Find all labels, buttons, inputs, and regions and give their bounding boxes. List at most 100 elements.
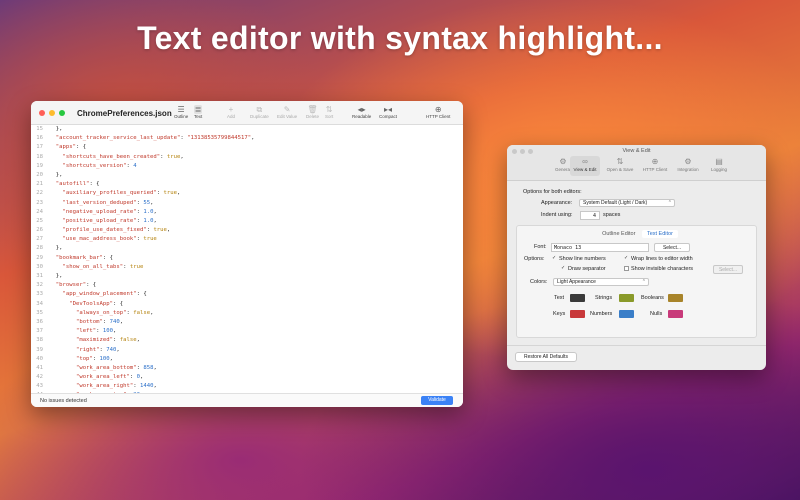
line-number: 22 (36, 190, 43, 197)
minimize-button[interactable] (49, 110, 55, 116)
checkbox-draw-separator[interactable]: ✓ Draw separator (561, 266, 606, 272)
font-select-button[interactable]: Select... (654, 243, 690, 252)
code-line: 33 "app_window_placement": { (31, 290, 463, 299)
line-text: "last_version_deduped": 55, (62, 199, 154, 206)
preferences-window: View & Edit ⚙ General ∞ View & Edit ⇅ Open & … (507, 145, 766, 370)
swatch-numbers[interactable] (619, 310, 634, 318)
code-line: 42 "work_area_left": 0, (31, 373, 463, 382)
line-number: 36 (36, 318, 43, 325)
code-line: 27 "use_mac_address_book": true (31, 235, 463, 244)
tab-http-client[interactable]: ⊕ HTTP Client (640, 157, 670, 172)
restore-defaults-button[interactable]: Restore All Defaults (515, 352, 577, 362)
toolbar-button-label: Duplicate (250, 114, 269, 119)
code-line: 32 "browser": { (31, 281, 463, 290)
validate-button[interactable]: Validate (421, 396, 453, 405)
close-button[interactable] (39, 110, 45, 116)
line-text: }, (49, 273, 63, 279)
line-number: 32 (36, 282, 43, 289)
toolbar-button-delete[interactable]: 🗑 Delete (306, 105, 319, 119)
code-line: 43 "work_area_right": 1440, (31, 382, 463, 391)
tab-view-edit[interactable]: ∞ View & Edit (570, 156, 600, 176)
code-line: 24 "negative_upload_rate": 1.0, (31, 208, 463, 217)
line-number: 17 (36, 144, 43, 151)
code-line: 15 }, (31, 125, 463, 134)
swatch-label-booleans: Booleans (641, 295, 664, 301)
code-line: 30 "show_on_all_tabs": true (31, 263, 463, 272)
toolbar-button-http-client[interactable]: ⊕ HTTP Client (426, 105, 450, 119)
checkmark-icon: ✓ (624, 255, 629, 262)
toolbar-button-label: Outline (174, 114, 189, 119)
line-number: 38 (36, 337, 43, 344)
indent-stepper[interactable]: 4 (580, 211, 600, 220)
toolbar-button-duplicate[interactable]: ⧉ Duplicate (250, 105, 269, 119)
toolbar-button-label: Edit Value (277, 114, 298, 119)
tab-open-save[interactable]: ⇅ Open & Save (605, 157, 635, 172)
zoom-button[interactable] (59, 110, 65, 116)
toolbar-button-label: HTTP Client (426, 114, 451, 119)
toolbar-button-text[interactable]: ≣ Text (194, 105, 203, 119)
colors-value: Light Appearance (557, 279, 596, 285)
line-text: "positive_upload_rate": 1.0, (62, 217, 157, 224)
code-line: 40 "top": 100, (31, 355, 463, 364)
line-number: 29 (36, 254, 43, 261)
toolbar-button-outline[interactable]: ☰ Outline (174, 105, 188, 119)
code-line: 38 "maximized": false, (31, 336, 463, 345)
line-text: "right": 740, (75, 346, 120, 353)
outline-icon: ☰ (177, 105, 185, 114)
swatch-nulls[interactable] (668, 310, 683, 318)
tab-label: Integration (677, 167, 699, 172)
line-number: 26 (36, 227, 43, 234)
appearance-label: Appearance: (541, 200, 573, 206)
line-text: "auxiliary_profiles_queried": true, (62, 190, 181, 197)
line-number: 27 (36, 236, 43, 243)
line-number: 16 (36, 135, 43, 142)
checkbox-show-line-numbers[interactable]: ✓ Show line numbers (552, 256, 606, 262)
segment-text-editor[interactable]: Text Editor (641, 230, 678, 238)
segment-outline-editor[interactable]: Outline Editor (597, 230, 640, 238)
line-number: 34 (36, 300, 43, 307)
appearance-select[interactable]: System Default (Light / Dark) ⌃ (579, 199, 675, 207)
gears-icon: ⚙ (684, 157, 692, 166)
line-number: 21 (36, 181, 43, 188)
editor-segmented-control: Outline Editor Text Editor (517, 230, 758, 238)
toolbar-button-edit-value[interactable]: ✎ Edit Value (277, 105, 297, 119)
compact-icon: ▸◂ (383, 105, 393, 114)
status-bar: No issues detected Validate (31, 393, 463, 407)
duplicate-icon: ⧉ (256, 105, 263, 114)
line-text: "negative_upload_rate": 1.0, (62, 208, 157, 215)
code-line: 28 }, (31, 244, 463, 253)
code-line: 36 "bottom": 740, (31, 318, 463, 327)
toolbar-button-compact[interactable]: ▸◂ Compact (379, 105, 397, 119)
invisibles-select-button[interactable]: Select... (713, 265, 743, 274)
line-text: "autofill": { (55, 181, 100, 188)
checkbox-empty-icon (624, 266, 629, 272)
indent-label: Indent using: (541, 212, 573, 218)
swatch-booleans[interactable] (668, 294, 683, 302)
checkbox-wrap-lines[interactable]: ✓ Wrap lines to editor width (624, 256, 693, 262)
code-line: 16 "account_tracker_service_last_update"… (31, 134, 463, 143)
checkbox-show-invisibles[interactable]: Show invisible characters (624, 266, 693, 272)
toolbar-button-label: Delete (306, 114, 320, 119)
code-line: 35 "always_on_top": false, (31, 309, 463, 318)
toolbar-button-add[interactable]: + Add (227, 105, 235, 119)
code-line: 41 "work_area_bottom": 858, (31, 364, 463, 373)
code-editor[interactable]: 15 }, 16 "account_tracker_service_last_up… (31, 125, 463, 393)
line-text: "always_on_top": false, (75, 309, 154, 316)
swatch-keys[interactable] (570, 310, 585, 318)
toolbar-button-sort[interactable]: ⇅ Sort (325, 105, 333, 119)
line-number: 33 (36, 291, 43, 298)
swatch-text[interactable] (570, 294, 585, 302)
line-number: 28 (36, 245, 43, 252)
swatch-strings[interactable] (619, 294, 634, 302)
toolbar-button-readable[interactable]: ◂▸ Readable (352, 105, 371, 119)
code-line: 39 "right": 740, (31, 346, 463, 355)
colors-select[interactable]: Light Appearance ⌃ (553, 278, 649, 286)
line-text: "use_mac_address_book": true (62, 236, 157, 243)
globe-icon: ⊕ (434, 105, 442, 114)
tab-logging[interactable]: ▤ Logging (704, 157, 734, 172)
tab-integration[interactable]: ⚙ Integration (673, 157, 703, 172)
line-number: 18 (36, 153, 43, 160)
line-text: "left": 100, (75, 328, 117, 335)
code-line: 29 "bookmark_bar": { (31, 254, 463, 263)
checkmark-icon: ✓ (561, 265, 566, 272)
